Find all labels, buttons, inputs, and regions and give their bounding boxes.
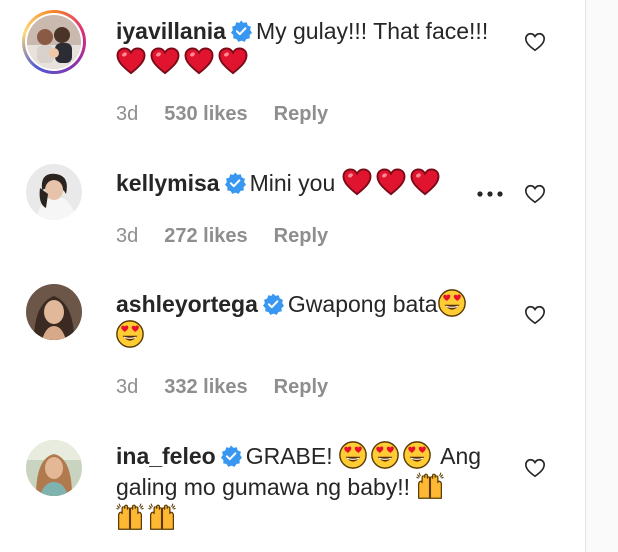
comment-item: iyavillania My gulay!!! That face!!! 3d 53… (0, 0, 585, 140)
comment-username[interactable]: kellymisa (116, 170, 220, 196)
reply-button[interactable]: Reply (274, 225, 328, 247)
heart-eyes-emoji (403, 441, 431, 469)
raised-hands-emoji (416, 472, 444, 500)
heart-outline-icon[interactable] (524, 31, 546, 53)
comment-body: kellymisa Mini you (116, 168, 516, 199)
comment-item: kellymisa Mini you 3d 272 likes Reply (0, 140, 585, 260)
comment-body: ashleyortega Gwapong bata (116, 289, 516, 351)
raised-hands-emoji (116, 503, 144, 531)
verified-badge-icon (230, 20, 252, 42)
comment-time: 3d (116, 103, 139, 125)
comment-username[interactable]: ashleyortega (116, 291, 258, 317)
avatar-photo (27, 15, 81, 69)
comment-username[interactable]: ina_feleo (116, 443, 216, 469)
heart-eyes-emoji (116, 320, 144, 348)
heart-eyes-emoji (339, 441, 367, 469)
red-heart-emoji (342, 168, 372, 196)
comment-time: 3d (116, 225, 139, 247)
more-options-icon[interactable] (475, 189, 505, 199)
comment-item: ina_feleo GRABE! Ang galing mo gumawa ng … (0, 420, 585, 552)
avatar-photo (26, 440, 82, 496)
comment-username[interactable]: iyavillania (116, 18, 226, 44)
heart-outline-icon[interactable] (524, 457, 546, 479)
red-heart-emoji (116, 47, 146, 75)
comment-meta: 3d 530 likes Reply (116, 103, 354, 126)
verified-badge-icon (224, 172, 246, 194)
comment-text: Mini you (249, 170, 336, 196)
heart-eyes-emoji (371, 441, 399, 469)
heart-outline-icon[interactable] (524, 304, 546, 326)
avatar-photo (26, 164, 82, 220)
avatar[interactable] (26, 284, 82, 340)
comment-body: ina_feleo GRABE! Ang galing mo gumawa ng … (116, 441, 516, 534)
comment-meta: 3d 332 likes Reply (116, 376, 354, 399)
comment-likes[interactable]: 332 likes (164, 376, 247, 398)
reply-button[interactable]: Reply (274, 376, 328, 398)
heart-eyes-emoji (438, 289, 466, 317)
comment-text: Gwapong bata (287, 291, 438, 317)
comment-text: GRABE! (245, 443, 333, 469)
heart-outline-icon[interactable] (524, 183, 546, 205)
red-heart-emoji (150, 47, 180, 75)
avatar[interactable] (26, 164, 82, 220)
red-heart-emoji (184, 47, 214, 75)
avatar[interactable] (26, 440, 82, 496)
comment-likes[interactable]: 530 likes (164, 103, 247, 125)
reply-button[interactable]: Reply (274, 103, 328, 125)
comment-likes[interactable]: 272 likes (164, 225, 247, 247)
raised-hands-emoji (148, 503, 176, 531)
red-heart-emoji (410, 168, 440, 196)
red-heart-emoji (218, 47, 248, 75)
comment-item: ashleyortega Gwapong bata 3d 332 likes Repl… (0, 260, 585, 420)
comment-body: iyavillania My gulay!!! That face!!! (116, 16, 516, 78)
comment-text: My gulay!!! That face!!! (255, 18, 489, 44)
verified-badge-icon (220, 445, 242, 467)
comment-time: 3d (116, 376, 139, 398)
avatar-photo (26, 284, 82, 340)
verified-badge-icon (262, 293, 284, 315)
avatar[interactable] (22, 10, 86, 74)
red-heart-emoji (376, 168, 406, 196)
side-panel (585, 0, 618, 552)
comment-meta: 3d 272 likes Reply (116, 225, 354, 248)
